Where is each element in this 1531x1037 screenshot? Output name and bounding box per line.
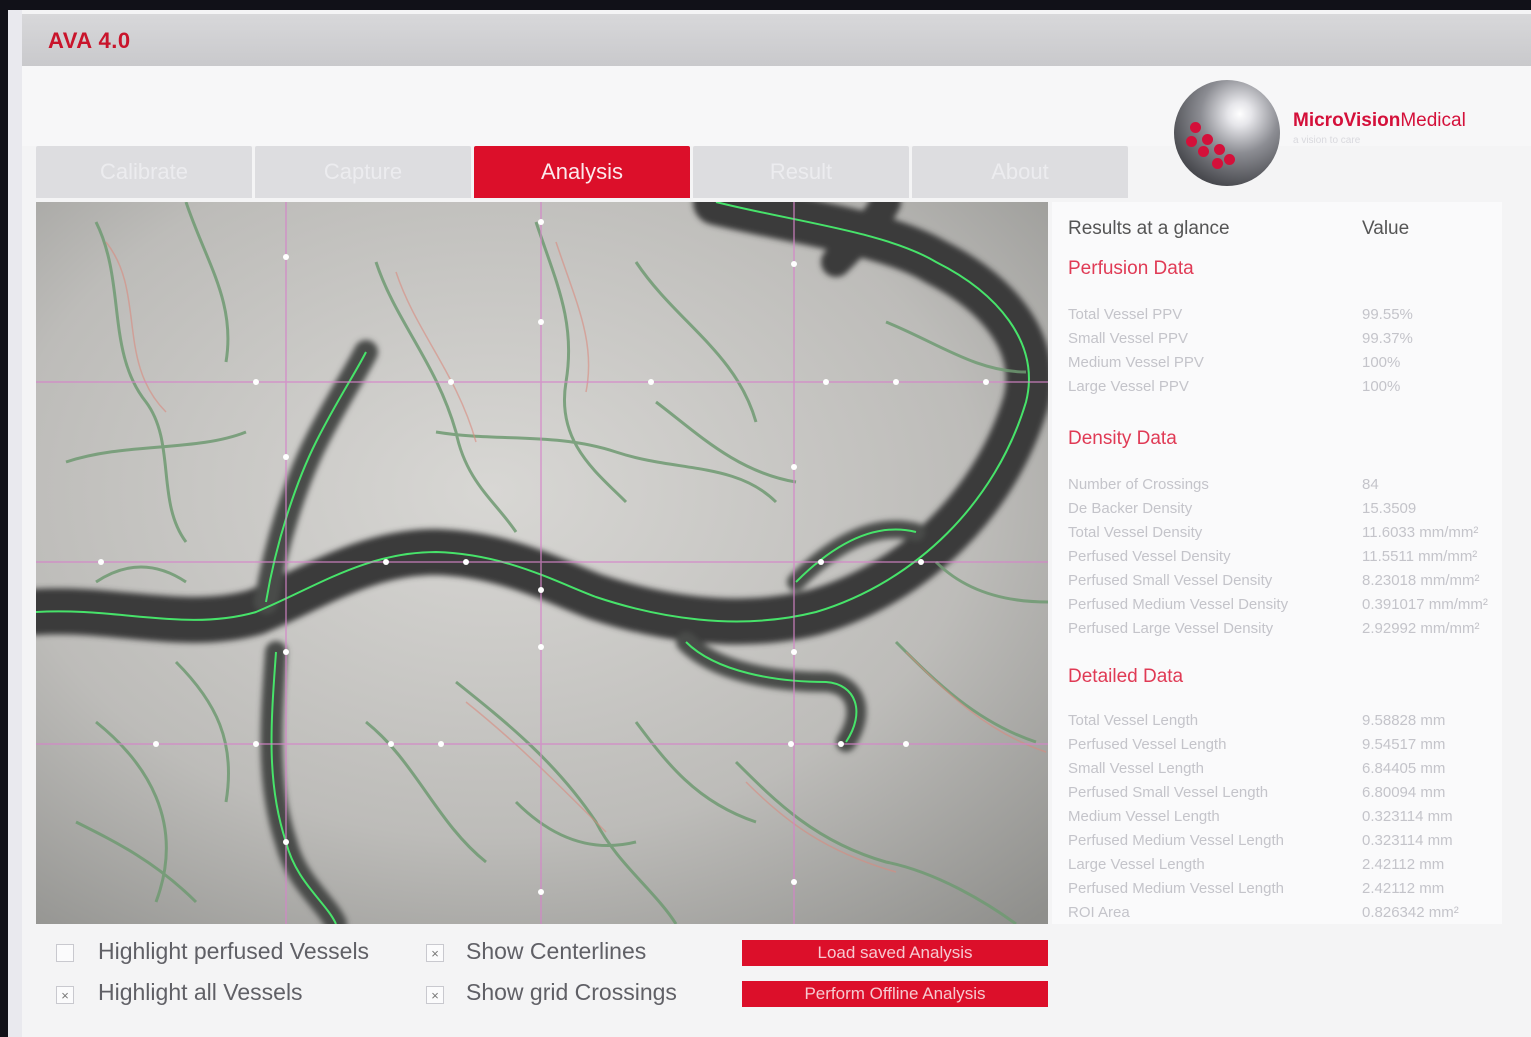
- result-row: De Backer Density 15.3509: [1068, 500, 1417, 517]
- result-row: Perfused Medium Vessel Density 0.391017 m…: [1068, 596, 1488, 613]
- result-row: Perfused Large Vessel Density 2.92992 mm/…: [1068, 620, 1480, 637]
- result-row: Perfused Small Vessel Density 8.23018 mm/…: [1068, 572, 1480, 589]
- show-grid-label: Show grid Crossings: [466, 979, 677, 1005]
- result-row: Small Vessel Length 6.84405 mm: [1068, 760, 1446, 777]
- header-band: [22, 66, 1531, 146]
- results-header-label: Results at a glance: [1068, 218, 1230, 239]
- tab-capture[interactable]: Capture: [255, 146, 471, 198]
- result-row: Medium Vessel Length 0.323114 mm: [1068, 808, 1453, 825]
- tab-result[interactable]: Result: [693, 146, 909, 198]
- result-row: Medium Vessel PPV 100%: [1068, 354, 1401, 371]
- analysis-controls: Highlight perfused Vessels × Highlight a…: [36, 928, 1048, 1028]
- result-row: Large Vessel PPV 100%: [1068, 378, 1401, 395]
- perfusion-data-title: Perfusion Data: [1068, 258, 1194, 279]
- show-centerlines-label: Show Centerlines: [466, 938, 647, 964]
- brand-name-light: Medical: [1400, 110, 1466, 131]
- brand-tagline: a vision to care: [1293, 135, 1361, 146]
- show-grid-checkbox[interactable]: ×: [426, 986, 444, 1004]
- result-row: Small Vessel PPV 99.37%: [1068, 330, 1413, 347]
- microcirculation-image-view[interactable]: [36, 202, 1048, 924]
- result-row: Total Vessel PPV 99.55%: [1068, 306, 1413, 323]
- app-title: AVA 4.0: [48, 28, 131, 53]
- detailed-data-title: Detailed Data: [1068, 666, 1184, 687]
- show-centerlines-checkbox[interactable]: ×: [426, 944, 444, 962]
- brand-name: MicroVisionMedical: [1293, 110, 1466, 132]
- tab-analysis[interactable]: Analysis: [474, 146, 690, 198]
- result-row: Total Vessel Length 9.58828 mm: [1068, 712, 1446, 729]
- density-data-title: Density Data: [1068, 428, 1177, 449]
- microvision-logo-icon: [1174, 80, 1280, 186]
- result-row: Large Vessel Length 2.42112 mm: [1068, 856, 1445, 873]
- result-row: Perfused Medium Vessel Length 2.42112 mm: [1068, 880, 1445, 897]
- title-bar: AVA 4.0: [22, 14, 1531, 67]
- brand-name-bold: MicroVision: [1293, 110, 1401, 131]
- load-saved-analysis-button[interactable]: Load saved Analysis: [742, 940, 1048, 966]
- result-row: Total Vessel Density 11.6033 mm/mm²: [1068, 524, 1479, 541]
- main-tabs: Calibrate Capture Analysis Result About: [36, 146, 1128, 198]
- highlight-perfused-checkbox[interactable]: [56, 944, 74, 962]
- result-row: ROI Area 0.826342 mm²: [1068, 904, 1459, 921]
- perform-offline-analysis-button[interactable]: Perform Offline Analysis: [742, 981, 1048, 1007]
- results-header-value: Value: [1362, 218, 1410, 239]
- result-row: Perfused Small Vessel Length 6.80094 mm: [1068, 784, 1446, 801]
- result-row: Number of Crossings 84: [1068, 476, 1379, 493]
- result-row: Perfused Vessel Density 11.5511 mm/mm²: [1068, 548, 1478, 565]
- results-panel: Results at a glance Value Perfusion Data…: [1052, 202, 1502, 924]
- highlight-all-label: Highlight all Vessels: [98, 979, 303, 1005]
- tab-calibrate[interactable]: Calibrate: [36, 146, 252, 198]
- highlight-all-checkbox[interactable]: ×: [56, 986, 74, 1004]
- vessel-image: [36, 202, 1048, 924]
- result-row: Perfused Medium Vessel Length 0.323114 mm: [1068, 832, 1453, 849]
- highlight-perfused-label: Highlight perfused Vessels: [98, 938, 370, 964]
- result-row: Perfused Vessel Length 9.54517 mm: [1068, 736, 1446, 753]
- tab-about[interactable]: About: [912, 146, 1128, 198]
